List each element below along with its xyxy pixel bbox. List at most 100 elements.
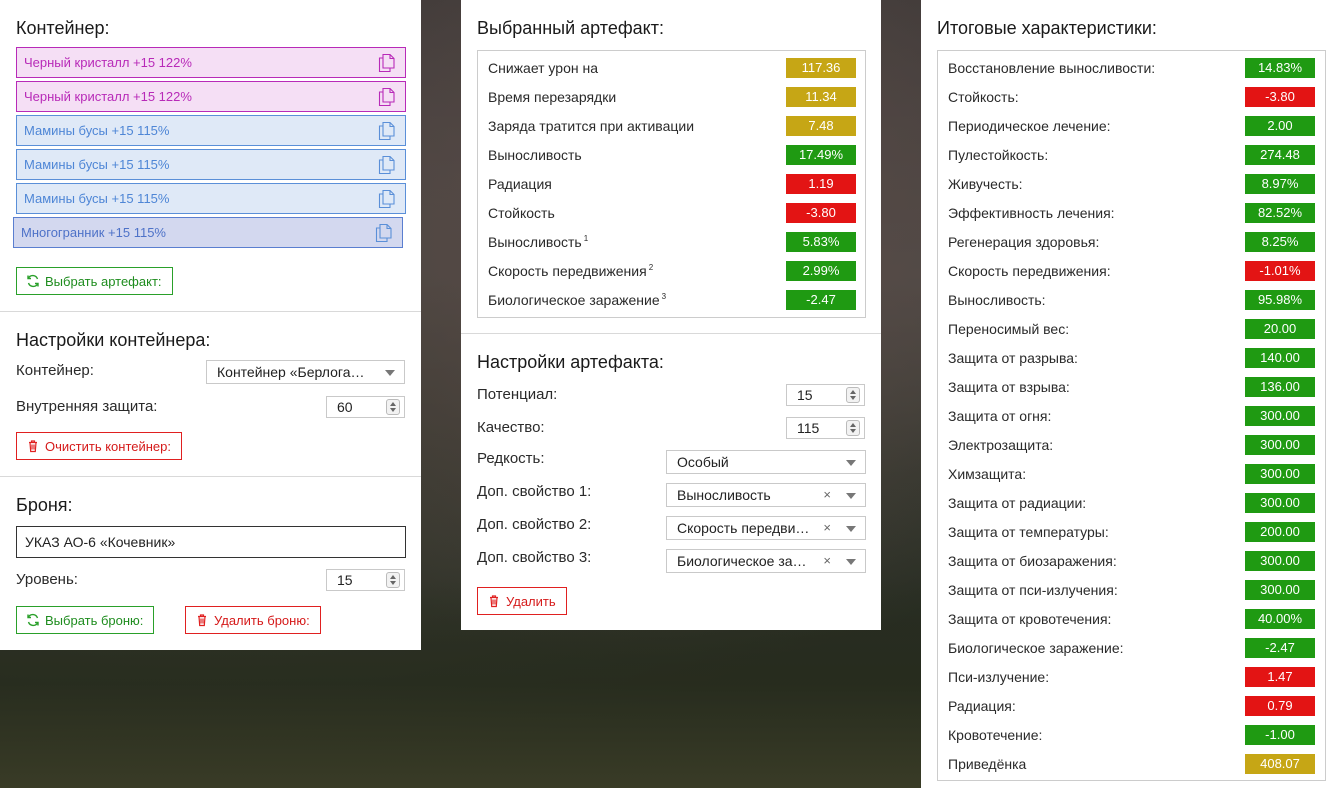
copy-icon[interactable]	[378, 155, 396, 175]
clear-icon[interactable]: ×	[823, 517, 831, 539]
extra2-value: Скорость передви…	[677, 520, 810, 536]
delete-armor-button[interactable]: Удалить броню:	[185, 606, 321, 634]
stepper-icon[interactable]	[386, 572, 400, 588]
stat-value-badge: -1.00	[1245, 725, 1315, 745]
stat-value-badge: 8.97%	[1245, 174, 1315, 194]
potential-input[interactable]: 15	[786, 384, 865, 406]
stat-value-badge: -2.47	[1245, 638, 1315, 658]
copy-icon[interactable]	[378, 87, 396, 107]
chevron-down-icon	[846, 559, 856, 565]
clear-icon[interactable]: ×	[823, 484, 831, 506]
selected-artifact-title: Выбранный артефакт:	[477, 18, 664, 38]
stepper-icon[interactable]	[386, 399, 400, 415]
armor-name-input[interactable]: УКАЗ АО-6 «Кочевник»	[16, 526, 406, 558]
container-item[interactable]: Черный кристалл +15 122%	[16, 81, 406, 112]
copy-icon[interactable]	[378, 53, 396, 73]
container-item[interactable]: Мамины бусы +15 115%	[16, 115, 406, 146]
stat-row: Выносливость 17.49%	[478, 141, 865, 170]
artifact-stats-table: Снижает урон на 117.36 Время перезарядки 1 1…	[477, 50, 866, 318]
stat-row: Снижает урон на 117.36	[478, 54, 865, 83]
container-settings-title: Настройки контейнера:	[16, 330, 211, 350]
stat-name-text: Заряда тратится при активации	[488, 118, 695, 134]
stat-value-badge: -3.80	[1245, 87, 1315, 107]
armor-section: Броня: УКАЗ АО-6 «Кочевник» Уровень: 15 …	[0, 476, 421, 650]
rarity-select[interactable]: Особый	[666, 450, 866, 474]
container-type-select[interactable]: Контейнер «Берлога…	[206, 360, 405, 384]
delete-artifact-button[interactable]: Удалить	[477, 587, 567, 615]
stat-name: Эффективность лечения:	[948, 205, 1115, 221]
extra3-select[interactable]: Биологическое за… ×	[666, 549, 866, 573]
clear-icon[interactable]: ×	[823, 550, 831, 572]
stat-name: Пулестойкость:	[948, 147, 1048, 163]
stat-row: Периодическое лечение: 2.00	[938, 112, 1325, 141]
stat-name-text: Регенерация здоровья:	[948, 234, 1100, 250]
stat-name: Снижает урон на	[488, 60, 598, 76]
stat-row: Защита от пси-излучения: 300.00	[938, 576, 1325, 605]
stat-name-text: Кровотечение:	[948, 727, 1043, 743]
clear-container-button[interactable]: Очистить контейнер:	[16, 432, 182, 460]
stat-value-badge: 300.00	[1245, 464, 1315, 484]
container-item[interactable]: Многогранник +15 115%	[13, 217, 403, 248]
stat-row: Стойкость -3.80	[478, 199, 865, 228]
stat-name-text: Живучесть:	[948, 176, 1023, 192]
stat-value-badge: 5.83%	[786, 232, 856, 252]
copy-icon[interactable]	[375, 223, 393, 243]
stat-name: Приведёнка	[948, 756, 1026, 772]
container-item-label: Черный кристалл +15 122%	[24, 89, 192, 104]
stat-row: Стойкость: -3.80	[938, 83, 1325, 112]
stat-footnote: 3	[661, 292, 667, 302]
stat-name-text: Защита от пси-излучения:	[948, 582, 1118, 598]
container-item[interactable]: Мамины бусы +15 115%	[16, 149, 406, 180]
container-items: Черный кристалл +15 122% Черный кристалл …	[13, 47, 406, 248]
stat-name-text: Защита от огня:	[948, 408, 1052, 424]
container-item[interactable]: Мамины бусы +15 115%	[16, 183, 406, 214]
inner-protection-label: Внутренняя защита:	[16, 398, 158, 415]
stat-name: Периодическое лечение:	[948, 118, 1111, 134]
stat-name-text: Время перезарядки	[488, 89, 617, 105]
stat-name: Выносливость	[488, 147, 582, 163]
select-armor-button[interactable]: Выбрать броню:	[16, 606, 155, 634]
stat-value-badge: 300.00	[1245, 551, 1315, 571]
stat-row: Пси-излучение: 1.47	[938, 663, 1325, 692]
stat-row: Химзащита: 300.00	[938, 460, 1325, 489]
stat-name: Защита от пси-излучения:	[948, 582, 1118, 598]
stat-name-text: Переносимый вес:	[948, 321, 1070, 337]
armor-level-input[interactable]: 15	[326, 569, 405, 591]
stat-name: Скорость передвижения:	[948, 263, 1111, 279]
container-item[interactable]: Черный кристалл +15 122%	[16, 47, 406, 78]
stat-row: Биологическое заражение: -2.47	[938, 634, 1325, 663]
extra2-select[interactable]: Скорость передви… ×	[666, 516, 866, 540]
stat-value-badge: 200.00	[1245, 522, 1315, 542]
copy-icon[interactable]	[378, 121, 396, 141]
container-type-value: Контейнер «Берлога…	[217, 364, 365, 380]
stat-name: Биологическое заражение:	[948, 640, 1124, 656]
container-title: Контейнер:	[16, 18, 110, 38]
quality-input[interactable]: 115	[786, 417, 865, 439]
stat-name-text: Стойкость	[488, 205, 555, 221]
container-item-label: Мамины бусы +15 115%	[24, 191, 170, 206]
stat-row: Выносливость: 95.98%	[938, 286, 1325, 315]
stat-name: Живучесть:	[948, 176, 1023, 192]
stat-value-badge: 1.19	[786, 174, 856, 194]
stepper-icon[interactable]	[846, 387, 860, 403]
stat-footnote: 1	[583, 234, 589, 244]
inner-protection-input[interactable]: 60	[326, 396, 405, 418]
stat-name-text: Биологическое заражение	[488, 292, 660, 308]
stat-name-text: Восстановление выносливости:	[948, 60, 1156, 76]
quality-label: Качество:	[477, 419, 545, 436]
stat-name-text: Периодическое лечение:	[948, 118, 1111, 134]
stat-name: Защита от огня:	[948, 408, 1051, 424]
stat-row: Скорость передвижения 2 2.99%	[478, 257, 865, 286]
extra1-select[interactable]: Выносливость ×	[666, 483, 866, 507]
container-type-label: Контейнер:	[16, 362, 94, 379]
copy-icon[interactable]	[378, 189, 396, 209]
stepper-icon[interactable]	[846, 420, 860, 436]
stat-name-text: Защита от радиации:	[948, 495, 1087, 511]
potential-value: 15	[797, 387, 813, 403]
chevron-down-icon	[846, 460, 856, 466]
stat-row: Электрозащита: 300.00	[938, 431, 1325, 460]
stat-value-badge: 408.07	[1245, 754, 1315, 774]
stat-value-badge: 14.83%	[1245, 58, 1315, 78]
select-artifact-button[interactable]: Выбрать артефакт:	[16, 267, 173, 295]
stat-name: Выносливость:	[948, 292, 1046, 308]
